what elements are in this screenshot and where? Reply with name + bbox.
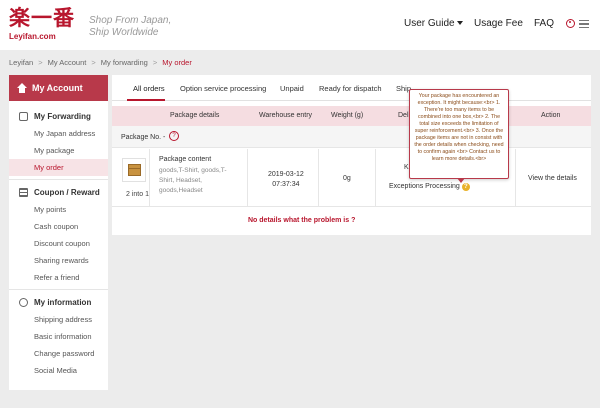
order-tabs: All orders Option service processing Unp… xyxy=(112,75,591,101)
column-header: Weight (g) xyxy=(331,112,364,119)
caret-down-icon xyxy=(456,21,463,26)
cell-divider xyxy=(318,149,319,207)
logo[interactable]: 楽一番 Leyifan.com xyxy=(9,6,77,44)
entry-date: 2019-03-12 xyxy=(268,171,304,178)
cell-divider xyxy=(375,149,376,207)
coupon-icon xyxy=(19,187,28,197)
nav-usage-fee[interactable]: Usage Fee xyxy=(474,18,523,29)
slogan: Shop From Japan, Ship Worldwide xyxy=(89,15,171,39)
breadcrumb-item[interactable]: Leyifan xyxy=(9,58,33,67)
table-row: 2 into 1 Package content goods,T-Shirt, … xyxy=(112,149,591,207)
exception-tooltip: Your package has encountered an exceptio… xyxy=(409,89,509,183)
sidebar-item-shipping-address[interactable]: Shipping address xyxy=(9,311,108,328)
package-icon xyxy=(19,111,28,121)
breadcrumb-item[interactable]: My Account xyxy=(48,58,87,67)
tab-unpaid[interactable]: Unpaid xyxy=(280,84,304,93)
menu-icon[interactable] xyxy=(579,20,589,28)
slogan-line-1: Shop From Japan, xyxy=(89,15,172,26)
table-header: Package details Warehouse entry Weight (… xyxy=(112,106,591,126)
package-number-row: Package No. - ? xyxy=(112,126,591,148)
sidebar-item-refer-friend[interactable]: Refer a friend xyxy=(9,269,108,286)
site-header: 楽一番 Leyifan.com Shop From Japan, Ship Wo… xyxy=(0,0,600,50)
logo-text: Leyifan.com xyxy=(9,32,56,41)
package-content-title: Package content xyxy=(159,156,212,163)
nav-user-guide-label: User Guide xyxy=(404,18,455,29)
nav-user-guide[interactable]: User Guide xyxy=(404,18,463,29)
person-icon xyxy=(19,297,28,307)
sidebar-item-cash-coupon[interactable]: Cash coupon xyxy=(9,218,108,235)
entry-time: 07:37:34 xyxy=(272,181,300,188)
sidebar-item-social-media[interactable]: Social Media xyxy=(9,362,108,379)
package-count: 2 into 1 xyxy=(126,191,149,198)
sidebar-item-my-points[interactable]: My points xyxy=(9,201,108,218)
sidebar-section-information: My information xyxy=(9,293,108,311)
order-panel: All orders Option service processing Unp… xyxy=(112,75,591,235)
sidebar-item-discount-coupon[interactable]: Discount coupon xyxy=(9,235,108,252)
section-title: Coupon / Reward xyxy=(34,187,100,197)
sidebar-section-coupon: Coupon / Reward xyxy=(9,183,108,201)
no-details-link[interactable]: No details what the problem is ? xyxy=(248,217,355,224)
package-content-desc: goods,T-Shirt, goods,T-Shirt, Headset, g… xyxy=(159,167,227,194)
breadcrumb-item[interactable]: My forwarding xyxy=(101,58,148,67)
logo-mark: 楽一番 xyxy=(9,5,75,30)
cell-divider xyxy=(515,149,516,207)
sidebar-section-forwarding: My Forwarding xyxy=(9,107,108,125)
divider xyxy=(9,179,108,180)
status-exceptions: Exceptions Processing? xyxy=(389,183,470,191)
breadcrumb-separator: > xyxy=(152,58,158,67)
box-icon xyxy=(128,164,141,176)
breadcrumb-separator: > xyxy=(38,58,43,67)
active-tab-underline xyxy=(127,99,165,101)
tab-all-orders[interactable]: All orders xyxy=(133,84,165,93)
sidebar-item-my-order[interactable]: My order xyxy=(9,159,108,176)
breadcrumb-separator: > xyxy=(91,58,96,67)
package-thumbnail xyxy=(122,158,146,182)
weight-value: 0g xyxy=(343,175,351,182)
cell-divider xyxy=(149,149,150,207)
column-header: Package details xyxy=(170,112,220,119)
nav-faq[interactable]: FAQ xyxy=(534,18,554,29)
breadcrumb-current: My order xyxy=(162,58,192,67)
column-header: Warehouse entry xyxy=(259,112,313,119)
sidebar-item-change-password[interactable]: Change password xyxy=(9,345,108,362)
package-badge-icon[interactable]: ? xyxy=(169,131,179,141)
status-text: Exceptions Processing xyxy=(389,183,460,190)
user-icon[interactable] xyxy=(566,19,575,28)
package-number-label: Package No. - xyxy=(121,134,166,141)
warehouse-entry: 2019-03-12 07:37:34 xyxy=(268,170,304,190)
tab-option-service[interactable]: Option service processing xyxy=(180,84,266,93)
tab-ready-dispatch[interactable]: Ready for dispatch xyxy=(319,84,382,93)
status-partial: K xyxy=(404,164,409,171)
sidebar: My Account My Forwarding My Japan addres… xyxy=(9,75,108,390)
cell-divider xyxy=(247,149,248,207)
home-icon xyxy=(17,83,27,93)
question-icon[interactable]: ? xyxy=(461,183,470,191)
sidebar-title: My Account xyxy=(32,83,83,93)
breadcrumb: Leyifan > My Account > My forwarding > My orde… xyxy=(9,58,192,67)
sidebar-item-basic-information[interactable]: Basic information xyxy=(9,328,108,345)
section-title: My Forwarding xyxy=(34,111,91,121)
column-header: Action xyxy=(541,112,561,119)
sidebar-my-account[interactable]: My Account xyxy=(9,75,108,101)
section-title: My information xyxy=(34,297,92,307)
sidebar-item-japan-address[interactable]: My Japan address xyxy=(9,125,108,142)
sidebar-item-my-package[interactable]: My package xyxy=(9,142,108,159)
slogan-line-2: Ship Worldwide xyxy=(89,27,159,38)
sidebar-item-sharing-rewards[interactable]: Sharing rewards xyxy=(9,252,108,269)
divider xyxy=(9,289,108,290)
view-details-link[interactable]: View the details xyxy=(528,175,577,182)
